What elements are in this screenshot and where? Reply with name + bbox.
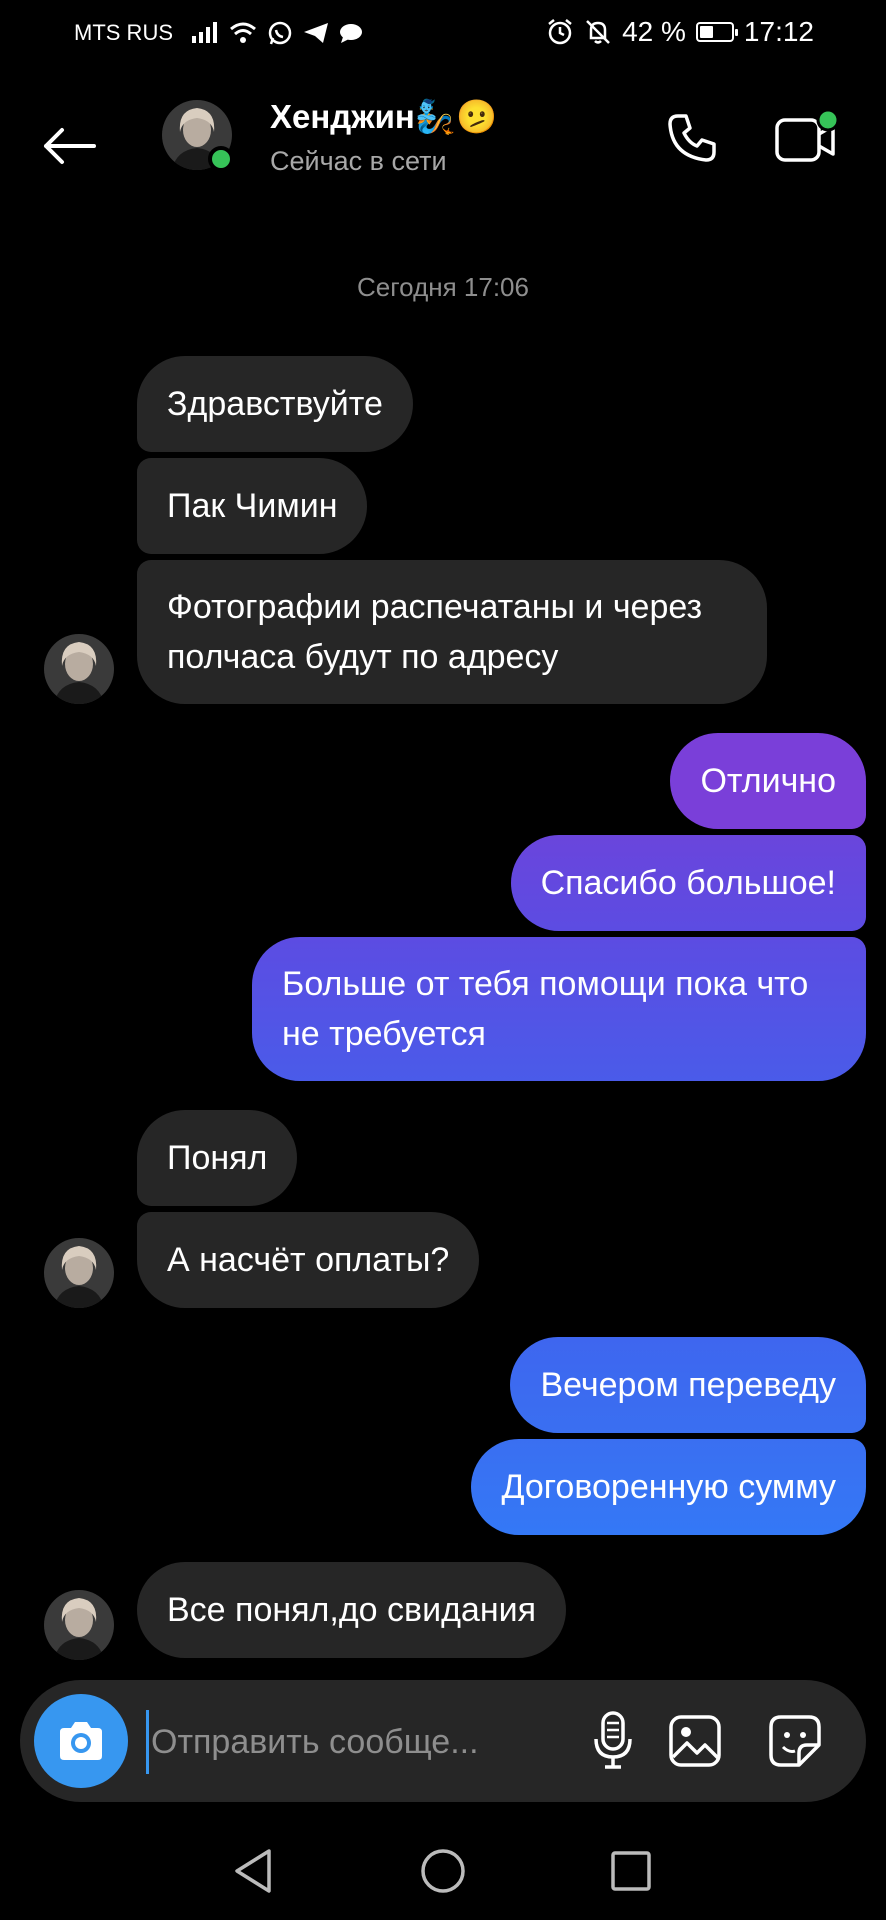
carrier-label: MTS RUS <box>74 20 173 45</box>
nav-recents-button[interactable] <box>596 1836 666 1906</box>
status-notification-icons <box>191 20 363 46</box>
sticker-button[interactable] <box>760 1706 830 1776</box>
sticker-icon <box>769 1715 821 1767</box>
sender-avatar[interactable] <box>44 634 114 704</box>
alarm-icon <box>548 19 572 45</box>
camera-button[interactable] <box>34 1694 128 1788</box>
sender-avatar[interactable] <box>44 1590 114 1660</box>
voice-message-button[interactable] <box>578 1706 648 1776</box>
battery-level <box>699 26 713 38</box>
clock: 17:12 <box>743 16 814 47</box>
camera-icon <box>60 1722 102 1760</box>
contact-name[interactable]: Хенджин🧞🫤 <box>270 98 497 137</box>
circle-home-icon <box>421 1849 465 1893</box>
status-bar: MTS RUS 42 % 17:12 <box>0 0 886 68</box>
message-bubble-outgoing[interactable]: Больше от тебя помощи пока что не требуе… <box>252 937 866 1081</box>
back-button[interactable] <box>36 114 100 178</box>
chat-icon <box>340 24 362 43</box>
message-bubble-incoming[interactable]: А насчёт оплаты? <box>137 1212 480 1308</box>
audio-call-button[interactable] <box>656 102 728 174</box>
message-bubble-outgoing[interactable]: Отлично <box>670 733 866 829</box>
message-bubble-outgoing[interactable]: Договоренную сумму <box>471 1439 866 1535</box>
phone-icon <box>668 114 716 162</box>
triangle-back-icon <box>235 1849 271 1893</box>
microphone-icon <box>594 1711 632 1769</box>
wifi-icon <box>230 22 256 43</box>
nav-home-button[interactable] <box>408 1836 478 1906</box>
message-composer <box>20 1680 866 1802</box>
signal-icon <box>192 22 217 43</box>
sender-avatar[interactable] <box>44 1238 114 1308</box>
conversation-timestamp: Сегодня 17:06 <box>357 272 529 302</box>
battery-percent: 42 % <box>622 16 686 47</box>
mute-icon <box>586 20 610 44</box>
gallery-icon <box>669 1715 721 1767</box>
online-indicator <box>208 146 234 172</box>
message-bubble-incoming[interactable]: Все понял,до свидания <box>137 1562 567 1658</box>
whatsapp-icon <box>268 21 292 45</box>
video-camera-icon <box>775 108 839 162</box>
status-left: MTS RUS <box>74 20 363 46</box>
nav-back-button[interactable] <box>218 1836 288 1906</box>
message-bubble-incoming[interactable]: Фотографии распечатаны и через полчаса б… <box>137 560 767 704</box>
avatar-image <box>44 1238 114 1308</box>
square-recents-icon <box>611 1851 651 1891</box>
chat-header: Хенджин🧞🫤 Сейчас в сети <box>0 80 886 200</box>
avatar-image <box>44 1590 114 1660</box>
battery-icon <box>695 22 738 42</box>
avatar-image <box>44 634 114 704</box>
message-bubble-outgoing[interactable]: Спасибо большое! <box>510 835 866 931</box>
gallery-button[interactable] <box>660 1706 730 1776</box>
message-bubble-incoming[interactable]: Пак Чимин <box>137 458 368 554</box>
message-input[interactable] <box>146 1710 553 1774</box>
contact-status: Сейчас в сети <box>270 146 447 176</box>
status-right: 42 % 17:12 <box>546 16 814 48</box>
system-navigation-bar <box>0 1820 886 1920</box>
video-call-button[interactable] <box>770 102 842 174</box>
message-bubble-incoming[interactable]: Понял <box>137 1110 298 1206</box>
telegram-icon <box>304 23 328 43</box>
message-bubble-outgoing[interactable]: Вечером переведу <box>510 1337 866 1433</box>
message-bubble-incoming[interactable]: Здравствуйте <box>137 356 413 452</box>
back-arrow-icon <box>44 128 96 164</box>
